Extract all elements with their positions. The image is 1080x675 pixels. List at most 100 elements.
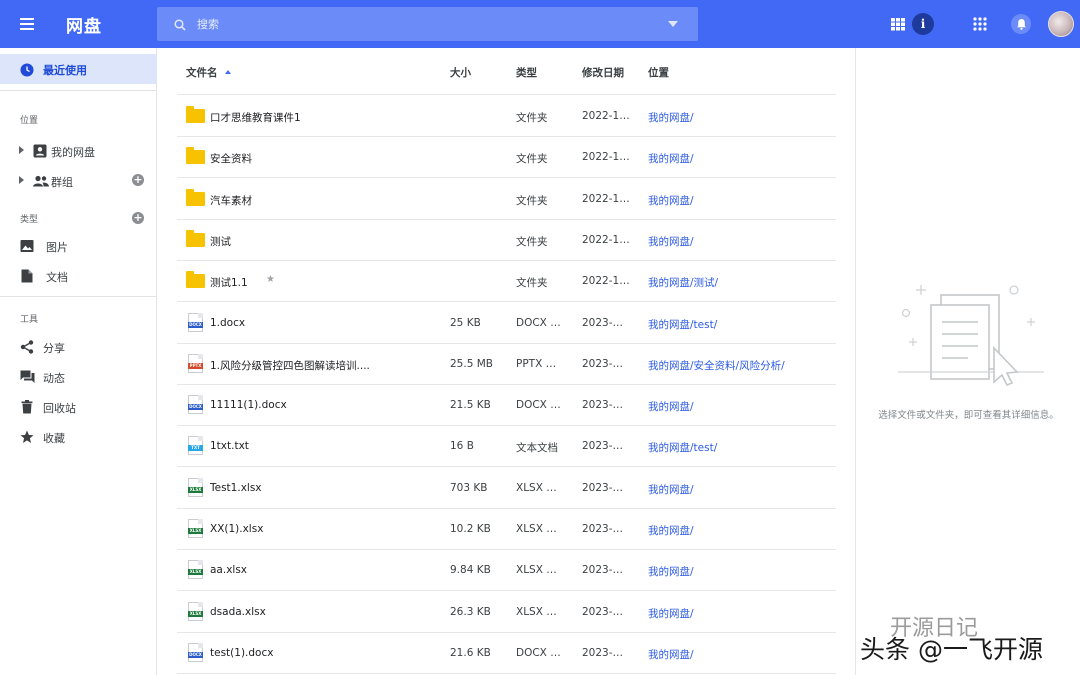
file-modified-date: 2023-…: [582, 605, 624, 618]
sidebar-item-trash[interactable]: 回收站: [0, 393, 157, 419]
clock-icon: [20, 62, 34, 77]
file-location[interactable]: 我的网盘/: [648, 564, 833, 579]
file-location[interactable]: 我的网盘/test/: [648, 440, 833, 455]
file-location[interactable]: 我的网盘/测试/: [648, 275, 833, 290]
folder-icon: [186, 229, 205, 247]
file-location[interactable]: 我的网盘/: [648, 482, 833, 497]
xlsx-file-icon: XLSX: [188, 560, 203, 580]
file-location[interactable]: 我的网盘/test/: [648, 317, 833, 332]
details-panel: 选择文件或文件夹，即可查看其详细信息。: [855, 48, 1080, 675]
file-location[interactable]: 我的网盘/: [648, 606, 833, 621]
table-row[interactable]: XLSX XX(1).xlsx 10.2 KB XLSX … 2023-… 我的网盘/: [177, 509, 836, 550]
sidebar-item-documents[interactable]: 文档: [0, 262, 157, 288]
file-name: 口才思维教育课件1: [210, 112, 301, 124]
file-modified-date: 2022-1…: [582, 151, 630, 164]
file-type: XLSX …: [516, 523, 557, 535]
file-size: 25.5 MB: [450, 357, 493, 370]
sidebar-item-my-drive[interactable]: 我的网盘: [0, 137, 157, 163]
add-type-button[interactable]: +: [132, 212, 144, 224]
document-icon: [21, 268, 35, 283]
user-avatar[interactable]: [1048, 11, 1074, 37]
file-location[interactable]: 我的网盘/: [648, 399, 833, 414]
table-row[interactable]: DOCX 11111(1).docx 21.5 KB DOCX … 2023-… 我的网盘…: [177, 385, 836, 427]
share-icon: [20, 339, 34, 354]
column-header-type[interactable]: 类型: [516, 65, 537, 80]
bell-icon[interactable]: [1009, 12, 1033, 36]
table-row[interactable]: 测试1.1 文件夹 2022-1… 我的网盘/测试/ ★: [177, 261, 836, 303]
top-app-bar: 网盘 i: [0, 0, 1080, 48]
sidebar-item-label: 收藏: [43, 432, 65, 445]
sort-ascending-icon: [224, 70, 231, 74]
menu-icon[interactable]: [16, 12, 40, 36]
table-row[interactable]: XLSX Test1.xlsx 703 KB XLSX … 2023-… 我的网盘/: [177, 468, 836, 509]
table-row[interactable]: 安全资料 文件夹 2022-1… 我的网盘/: [177, 137, 836, 179]
expand-arrow-icon[interactable]: [19, 176, 24, 184]
sidebar-item-images[interactable]: 图片: [0, 232, 157, 258]
file-size: 21.5 KB: [450, 399, 491, 412]
chat-icon: [20, 369, 35, 383]
file-type-tag: DOCX: [188, 404, 203, 411]
table-row[interactable]: TXT 1txt.txt 16 B 文本文档 2023-… 我的网盘/test/: [177, 426, 836, 468]
file-modified-date: 2023-…: [582, 564, 624, 577]
table-row[interactable]: DOCX 1.docx 25 KB DOCX … 2023-… 我的网盘/test/: [177, 303, 836, 344]
table-row[interactable]: PPTX 1.风险分级管控四色图解读培训.... 25.5 MB PPTX … 2023…: [177, 344, 836, 385]
xlsx-file-icon: XLSX: [188, 477, 203, 497]
grid-view-icon[interactable]: [886, 12, 910, 36]
file-type-tag: XLSX: [188, 486, 203, 493]
search-options-dropdown-icon[interactable]: [668, 21, 678, 27]
file-type-tag: DOCX: [188, 321, 203, 328]
star-icon: [20, 429, 34, 443]
file-name: 测试: [210, 235, 231, 248]
sidebar-item-favorites[interactable]: 收藏: [0, 423, 157, 449]
section-title-location: 位置: [20, 116, 39, 126]
file-size: 9.84 KB: [450, 564, 491, 577]
folder-icon: [186, 106, 205, 123]
file-location[interactable]: 我的网盘/: [648, 151, 833, 166]
info-icon[interactable]: i: [911, 12, 935, 36]
file-location[interactable]: 我的网盘/: [648, 234, 833, 249]
sidebar: 最近使用 位置 我的网盘 群组 + 类型 + 图片 文档 工具 分享 动态 回收…: [0, 48, 157, 675]
search-bar[interactable]: [157, 7, 698, 41]
file-location[interactable]: 我的网盘/: [648, 647, 833, 662]
search-input[interactable]: [197, 14, 657, 34]
file-location[interactable]: 我的网盘/: [648, 523, 833, 538]
sidebar-item-activity[interactable]: 动态: [0, 363, 157, 389]
file-type-tag: XLSX: [188, 569, 203, 576]
sidebar-item-groups[interactable]: 群组 +: [0, 167, 157, 193]
file-type: DOCX …: [516, 399, 561, 412]
table-row[interactable]: 测试 文件夹 2022-1… 我的网盘/: [177, 220, 836, 261]
file-name: 安全资料: [210, 153, 252, 166]
file-size: 25 KB: [450, 316, 481, 329]
txt-file-icon: TXT: [188, 436, 203, 456]
table-row[interactable]: DOCX test(1).docx 21.6 KB DOCX … 2023-… 我的网盘/: [177, 633, 836, 674]
file-type-tag: TXT: [188, 445, 203, 452]
file-location[interactable]: 我的网盘/安全资料/风险分析/: [648, 358, 833, 373]
docx-file-icon: DOCX: [188, 395, 203, 415]
file-type: 文本文档: [516, 442, 558, 455]
column-header-size[interactable]: 大小: [450, 65, 471, 80]
folder-icon: [186, 147, 205, 165]
file-location[interactable]: 我的网盘/: [648, 193, 833, 208]
file-type: 文件夹: [516, 153, 548, 166]
apps-icon[interactable]: [968, 12, 992, 36]
app-title: 网盘: [66, 17, 102, 37]
starred-icon[interactable]: ★: [266, 274, 275, 285]
file-type-tag: PPTX: [188, 362, 203, 369]
file-name: aa.xlsx: [210, 564, 248, 577]
sidebar-item-share[interactable]: 分享: [0, 333, 157, 359]
column-header-name[interactable]: 文件名: [186, 65, 231, 80]
empty-selection-hint: 选择文件或文件夹，即可查看其详细信息。: [878, 410, 1059, 421]
column-header-location[interactable]: 位置: [648, 65, 669, 80]
table-row[interactable]: XLSX aa.xlsx 9.84 KB XLSX … 2023-… 我的网盘/: [177, 550, 836, 592]
table-row[interactable]: 汽车素材 文件夹 2022-1… 我的网盘/: [177, 179, 836, 220]
file-location[interactable]: 我的网盘/: [648, 110, 833, 125]
column-header-date[interactable]: 修改日期: [582, 65, 624, 80]
expand-arrow-icon[interactable]: [19, 146, 24, 154]
table-row[interactable]: 口才思维教育课件1 文件夹 2022-1… 我的网盘/: [177, 96, 836, 137]
file-type-tag: XLSX: [188, 610, 203, 617]
image-icon: [20, 238, 34, 252]
table-row[interactable]: XLSX dsada.xlsx 26.3 KB XLSX … 2023-… 我的网盘/: [177, 592, 836, 633]
sidebar-item-recent[interactable]: 最近使用: [0, 54, 157, 84]
search-icon: [173, 17, 187, 31]
add-group-button[interactable]: +: [132, 174, 144, 186]
